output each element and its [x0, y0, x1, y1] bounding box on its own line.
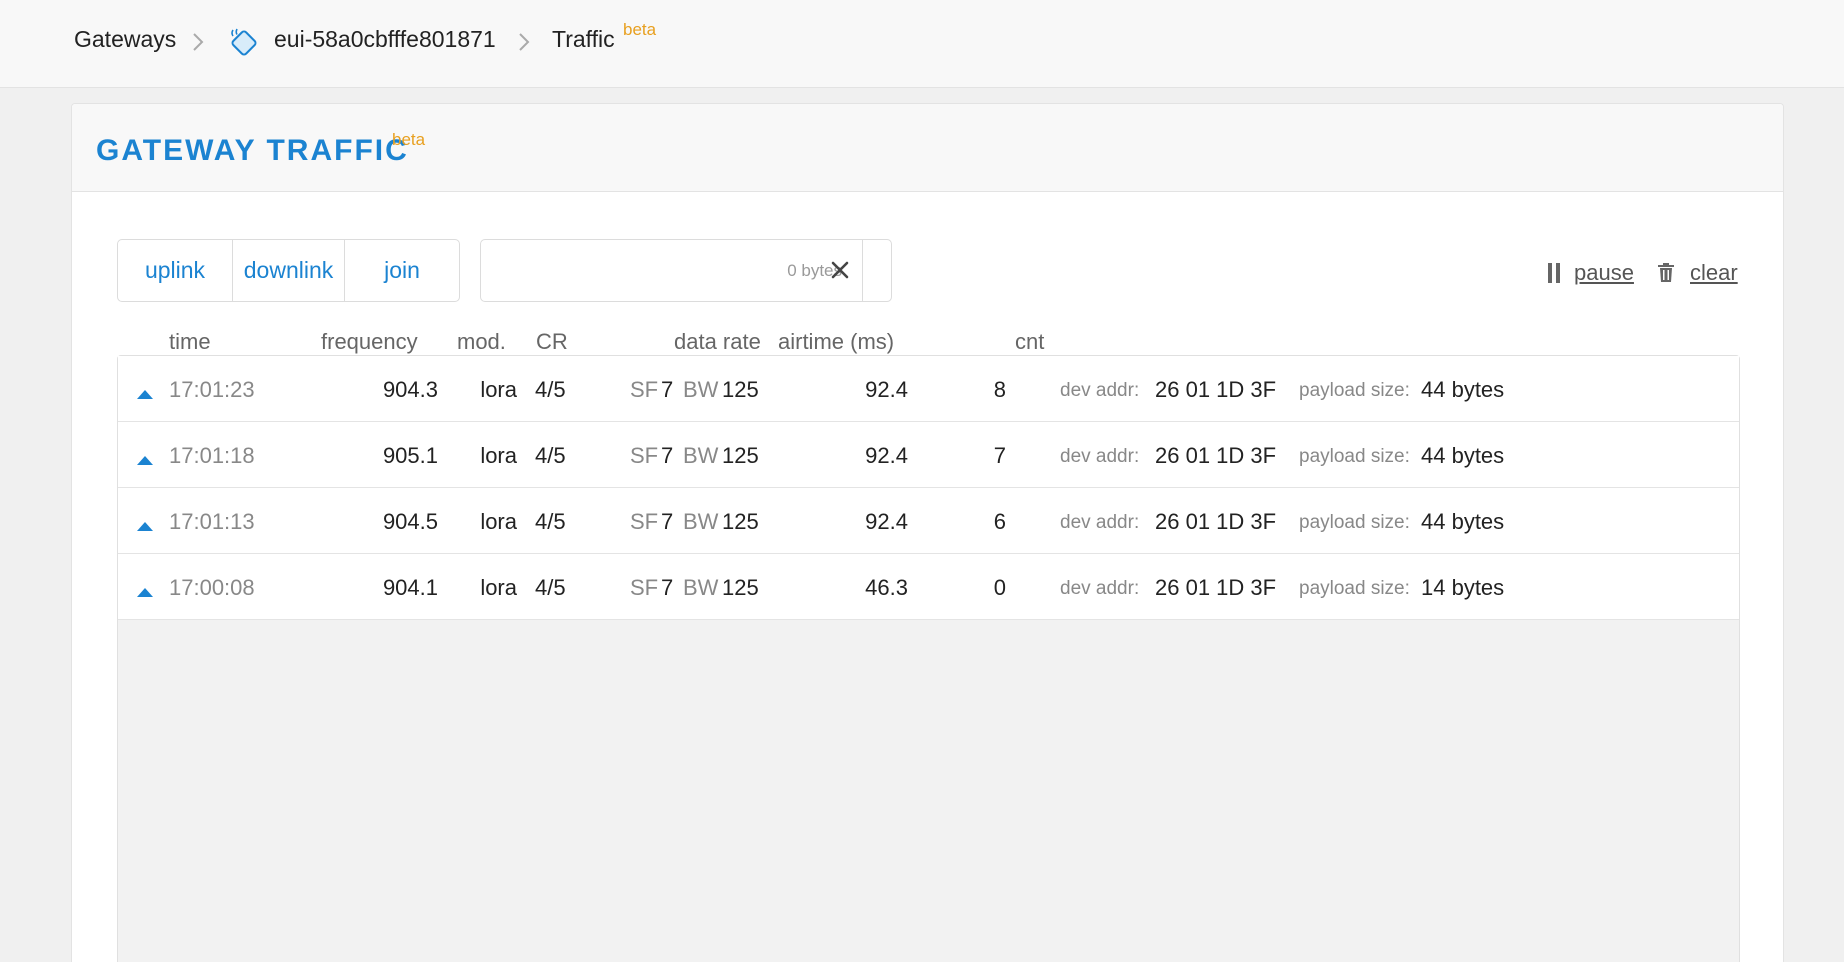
row-bw-label: BW	[683, 509, 719, 534]
payload-size-label: payload size:	[1299, 446, 1410, 467]
panel-header: GATEWAY TRAFFIC beta	[72, 104, 1783, 192]
chevron-right-icon	[192, 32, 204, 52]
pause-icon	[1548, 263, 1560, 288]
uplink-arrow-icon	[137, 386, 153, 404]
row-cr: 4/5	[535, 443, 566, 468]
payload-size-label: payload size:	[1299, 578, 1410, 599]
row-sf: 7	[661, 575, 674, 600]
breadcrumb-gateways[interactable]: Gateways	[74, 26, 176, 53]
row-frequency: 904.1	[382, 575, 438, 600]
traffic-filter: uplink downlink join	[117, 239, 460, 302]
row-dev-addr: 26 01 1D 3F	[1155, 377, 1277, 402]
page-title: GATEWAY TRAFFIC	[96, 134, 409, 167]
column-time: time	[169, 329, 211, 354]
row-cnt: 8	[993, 377, 1006, 402]
table-row[interactable]: 17:01:18 905.1 lora 4/5 SF 7 BW 125 92.4…	[118, 422, 1739, 488]
row-payload-size: 44 bytes	[1421, 443, 1505, 468]
row-sf-label: SF	[630, 509, 659, 534]
row-bw-label: BW	[683, 443, 719, 468]
row-mod: lora	[480, 575, 517, 600]
row-payload-size: 44 bytes	[1421, 509, 1505, 534]
row-payload-size: 44 bytes	[1421, 377, 1505, 402]
column-data-rate: data rate	[674, 329, 761, 354]
table-row[interactable]: 17:01:23 904.3 lora 4/5 SF 7 BW 125 92.4…	[118, 356, 1739, 422]
row-airtime: 92.4	[865, 377, 908, 402]
row-bw-label: BW	[683, 377, 719, 402]
row-sf-label: SF	[630, 377, 659, 402]
trash-icon	[1658, 263, 1674, 287]
row-sf-label: SF	[630, 575, 659, 600]
row-payload-size: 14 bytes	[1421, 575, 1505, 600]
dev-addr-label: dev addr:	[1060, 446, 1140, 467]
row-dev-addr: 26 01 1D 3F	[1155, 443, 1277, 468]
row-airtime: 46.3	[865, 575, 908, 600]
pause-button[interactable]: pause	[1574, 260, 1634, 286]
clear-filter-button[interactable]	[831, 240, 892, 301]
row-cr: 4/5	[535, 575, 566, 600]
uplink-arrow-icon	[137, 452, 153, 470]
row-dev-addr: 26 01 1D 3F	[1155, 575, 1277, 600]
row-bw: 125	[722, 509, 759, 534]
row-sf: 7	[661, 377, 674, 402]
column-airtime: airtime (ms)	[778, 329, 895, 354]
close-icon	[829, 259, 851, 286]
filter-join-button[interactable]: join	[344, 240, 459, 301]
row-time: 17:00:08	[169, 575, 255, 600]
payload-filter	[480, 239, 892, 302]
row-time: 17:01:18	[169, 443, 255, 468]
traffic-table: 17:01:23 904.3 lora 4/5 SF 7 BW 125 92.4…	[117, 355, 1740, 962]
filter-uplink-button[interactable]: uplink	[118, 240, 232, 301]
table-row[interactable]: 17:01:13 904.5 lora 4/5 SF 7 BW 125 92.4…	[118, 488, 1739, 554]
filter-downlink-button[interactable]: downlink	[232, 240, 344, 301]
row-cnt: 6	[993, 509, 1006, 534]
row-dev-addr: 26 01 1D 3F	[1155, 509, 1277, 534]
column-cnt: cnt	[1015, 329, 1045, 354]
row-airtime: 92.4	[865, 509, 908, 534]
row-cnt: 0	[993, 575, 1006, 600]
row-mod: lora	[480, 443, 517, 468]
row-time: 17:01:13	[169, 509, 255, 534]
row-bw: 125	[722, 377, 759, 402]
uplink-arrow-icon	[137, 518, 153, 536]
breadcrumb-traffic: Traffic	[552, 26, 615, 52]
chevron-right-icon	[518, 32, 530, 52]
row-cr: 4/5	[535, 509, 566, 534]
column-frequency: frequency	[321, 329, 418, 354]
payload-size-label: payload size:	[1299, 512, 1410, 533]
dev-addr-label: dev addr:	[1060, 380, 1140, 401]
table-row[interactable]: 17:00:08 904.1 lora 4/5 SF 7 BW 125 46.3…	[118, 554, 1739, 620]
gateway-icon	[228, 26, 260, 58]
row-mod: lora	[480, 377, 517, 402]
payload-size-label: payload size:	[1299, 380, 1410, 401]
row-cnt: 7	[993, 443, 1006, 468]
row-frequency: 905.1	[382, 443, 438, 468]
beta-badge: beta	[623, 20, 657, 39]
breadcrumb-gateway-id[interactable]: eui-58a0cbfffe801871	[274, 26, 496, 53]
breadcrumb: Gateways eui-58a0cbfffe801871 Traffic be…	[0, 0, 1844, 88]
row-airtime: 92.4	[865, 443, 908, 468]
uplink-arrow-icon	[137, 584, 153, 602]
row-bw-label: BW	[683, 575, 719, 600]
gateway-traffic-panel: GATEWAY TRAFFIC beta uplink downlink joi…	[71, 103, 1784, 962]
dev-addr-label: dev addr:	[1060, 512, 1140, 533]
row-frequency: 904.3	[382, 377, 438, 402]
row-time: 17:01:23	[169, 377, 255, 402]
dev-addr-label: dev addr:	[1060, 578, 1140, 599]
clear-button[interactable]: clear	[1690, 260, 1738, 286]
row-sf-label: SF	[630, 443, 659, 468]
row-cr: 4/5	[535, 377, 566, 402]
row-sf: 7	[661, 509, 674, 534]
row-bw: 125	[722, 575, 759, 600]
row-bw: 125	[722, 443, 759, 468]
payload-filter-input[interactable]	[481, 240, 862, 301]
beta-badge: beta	[392, 130, 426, 149]
row-sf: 7	[661, 443, 674, 468]
row-mod: lora	[480, 509, 517, 534]
column-cr: CR	[536, 329, 568, 354]
column-mod: mod.	[457, 329, 506, 354]
row-frequency: 904.5	[382, 509, 438, 534]
